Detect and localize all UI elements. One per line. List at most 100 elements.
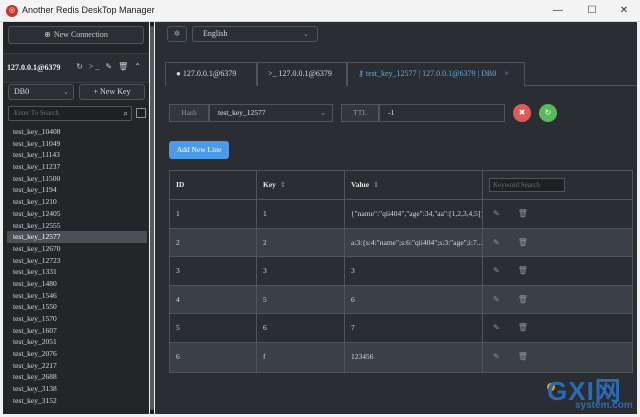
table-cell-id: 1 bbox=[170, 200, 257, 228]
key-list-item[interactable]: test_key_11143 bbox=[7, 149, 147, 161]
trash-icon[interactable]: 🗑 bbox=[518, 238, 528, 247]
key-list-item[interactable]: test_key_12555 bbox=[7, 220, 147, 232]
chevron-down-icon: ⌄ bbox=[63, 88, 69, 96]
window-title: Another Redis DeskTop Manager bbox=[22, 5, 155, 15]
key-list-item[interactable]: test_key_11500 bbox=[7, 173, 147, 185]
add-new-line-button[interactable]: Add New Line bbox=[169, 141, 229, 159]
column-header-value[interactable]: Value ⇕ bbox=[345, 171, 483, 199]
tab-close-icon[interactable]: × bbox=[504, 69, 509, 78]
trash-icon[interactable]: 🗑 bbox=[518, 266, 528, 275]
trash-icon[interactable]: 🗑 bbox=[518, 209, 528, 218]
trash-icon[interactable]: 🗑 bbox=[518, 352, 528, 361]
table-cell-id: 2 bbox=[170, 228, 257, 257]
key-list-item[interactable]: test_key_11237 bbox=[7, 161, 147, 173]
settings-button[interactable]: ✲ bbox=[167, 26, 187, 42]
table-row: 4 5 6 ✎ 🗑 bbox=[170, 285, 634, 315]
key-list-item[interactable]: test_key_2217 bbox=[7, 360, 147, 372]
key-list-item[interactable]: test_key_1546 bbox=[7, 290, 147, 302]
minimize-button[interactable]: — bbox=[544, 2, 572, 20]
table-cell-key: 6 bbox=[257, 314, 345, 342]
key-list-item[interactable]: test_key_11049 bbox=[7, 138, 147, 150]
chevron-down-icon: ⌄ bbox=[320, 109, 326, 117]
key-name-input[interactable]: test_key_12577 ⌄ bbox=[209, 104, 333, 122]
maximize-button[interactable]: ☐ bbox=[578, 2, 606, 20]
key-list-item[interactable]: test_key_2051 bbox=[7, 336, 147, 348]
table-cell-value: a:3:{s:4:"name";s:6:"qii404";s:3:"age";i… bbox=[345, 228, 483, 257]
tab-console[interactable]: >_ 127.0.0.1@6379 bbox=[257, 62, 347, 86]
table-cell-actions: ✎ 🗑 bbox=[483, 200, 634, 228]
exact-search-checkbox[interactable] bbox=[136, 108, 146, 118]
search-icon[interactable]: ⌕ bbox=[124, 107, 128, 120]
connection-name: 127.0.0.1@6379 bbox=[7, 63, 61, 72]
key-list-item[interactable]: test_key_1550 bbox=[7, 301, 147, 313]
sidebar-scrollbar-thumb[interactable] bbox=[150, 26, 154, 410]
tab-label: 127.0.0.1@6379 bbox=[182, 69, 237, 78]
table-cell-id: 3 bbox=[170, 257, 257, 285]
edit-icon[interactable]: ✎ bbox=[493, 238, 500, 247]
column-header-actions: Keyword Search bbox=[483, 171, 634, 199]
key-search-input[interactable]: Enter To Search ⌕ bbox=[8, 106, 132, 121]
key-list-item[interactable]: test_key_12577 bbox=[7, 231, 147, 243]
key-icon: ⚷ bbox=[358, 69, 364, 78]
column-header-key[interactable]: Key ⇕ bbox=[257, 171, 345, 199]
trash-icon[interactable]: 🗑 bbox=[518, 323, 528, 332]
sort-icon[interactable]: ⇕ bbox=[373, 181, 379, 189]
key-list-item[interactable]: test_key_12405 bbox=[7, 208, 147, 220]
connection-item[interactable]: 127.0.0.1@6379 ↻ >_ ✎ 🗑 ⌃ bbox=[3, 53, 149, 83]
language-value: English bbox=[203, 29, 228, 38]
table-row: 1 1 {"name":"qii404","age":34,"aa":[1,2,3,… bbox=[170, 200, 632, 229]
edit-icon[interactable]: ✎ bbox=[493, 209, 500, 218]
ttl-label: TTL bbox=[341, 104, 379, 122]
table-header-row: ID Key ⇕ Value ⇕ Keyword Search bbox=[170, 171, 632, 200]
key-list-item[interactable]: test_key_1607 bbox=[7, 325, 147, 337]
key-list-item[interactable]: test_key_10408 bbox=[7, 126, 147, 138]
trash-icon[interactable]: 🗑 bbox=[518, 295, 528, 304]
main-toolbar: ✲ English ⌄ bbox=[155, 22, 637, 52]
table-cell-value: 123456 bbox=[345, 342, 483, 372]
key-list-item[interactable]: test_key_1480 bbox=[7, 278, 147, 290]
key-list-item[interactable]: test_key_2076 bbox=[7, 348, 147, 360]
new-key-button[interactable]: + New Key bbox=[79, 84, 145, 100]
key-list-item[interactable]: test_key_1570 bbox=[7, 313, 147, 325]
refresh-key-button[interactable]: ↻ bbox=[539, 104, 557, 122]
table-cell-key: 2 bbox=[257, 228, 345, 257]
key-list-item[interactable]: test_key_2688 bbox=[7, 371, 147, 383]
language-select[interactable]: English ⌄ bbox=[192, 26, 318, 42]
key-list-item[interactable]: test_key_1210 bbox=[7, 196, 147, 208]
key-list-item[interactable]: test_key_12670 bbox=[7, 243, 147, 255]
table-cell-actions: ✎ 🗑 bbox=[483, 286, 634, 314]
table-cell-actions: ✎ 🗑 bbox=[483, 343, 634, 372]
table-cell-actions: ✎ 🗑 bbox=[483, 257, 634, 285]
connection-toolbar[interactable]: ↻ >_ ✎ 🗑 ⌃ bbox=[76, 62, 143, 71]
sort-icon[interactable]: ⇕ bbox=[280, 181, 286, 189]
table-cell-value: 6 bbox=[345, 285, 483, 314]
table-cell-actions: ✎ 🗑 bbox=[483, 314, 634, 342]
column-header-id: ID bbox=[170, 171, 257, 199]
edit-icon[interactable]: ✎ bbox=[493, 295, 500, 304]
table-cell-id: 4 bbox=[170, 285, 257, 314]
table-cell-id: 5 bbox=[170, 314, 257, 342]
delete-key-button[interactable]: ✖ bbox=[513, 104, 531, 122]
table-cell-key: 3 bbox=[257, 257, 345, 285]
tab-key-detail[interactable]: ⚷ test_key_12577 | 127.0.0.1@6379 | DB0 … bbox=[347, 62, 525, 87]
db-select[interactable]: DB0 ⌄ bbox=[8, 84, 74, 100]
key-list-item[interactable]: test_key_3138 bbox=[7, 383, 147, 395]
ttl-input[interactable]: -1 bbox=[379, 104, 505, 122]
table-cell-value: 3 bbox=[345, 257, 483, 285]
key-list-item[interactable]: test_key_12723 bbox=[7, 255, 147, 267]
edit-icon[interactable]: ✎ bbox=[493, 266, 500, 275]
key-list-item[interactable]: test_key_3152 bbox=[7, 395, 147, 407]
close-window-button[interactable]: ✕ bbox=[610, 2, 638, 20]
trash-icon: ✖ bbox=[518, 108, 526, 117]
table-cell-id: 6 bbox=[170, 342, 257, 372]
refresh-icon: ↻ bbox=[544, 108, 552, 117]
key-list-item[interactable]: test_key_1331 bbox=[7, 266, 147, 278]
key-list-item[interactable]: test_key_1194 bbox=[7, 184, 147, 196]
table-cell-value: 7 bbox=[345, 314, 483, 342]
keyword-search-input[interactable]: Keyword Search bbox=[489, 178, 565, 192]
tab-connection-info[interactable]: ● 127.0.0.1@6379 bbox=[165, 62, 257, 86]
hash-table: ID Key ⇕ Value ⇕ Keyword Search 1 1 {"name":… bbox=[169, 170, 633, 373]
new-connection-button[interactable]: ⊕ New Connection bbox=[8, 26, 144, 44]
edit-icon[interactable]: ✎ bbox=[493, 323, 500, 332]
edit-icon[interactable]: ✎ bbox=[493, 352, 500, 361]
